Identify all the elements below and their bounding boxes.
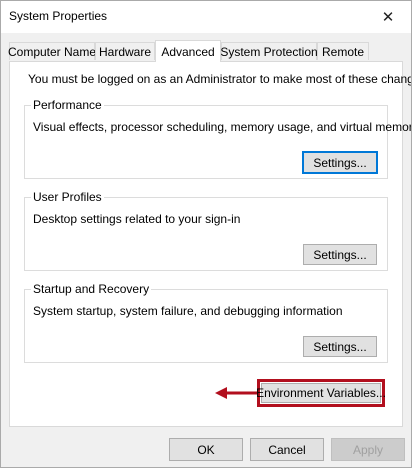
user-profiles-title: User Profiles [31,190,104,204]
admin-notice: You must be logged on as an Administrato… [28,72,412,86]
performance-description: Visual effects, processor scheduling, me… [33,120,412,134]
tab-hardware[interactable]: Hardware [95,42,155,60]
title-bar: System Properties ✕ [1,1,411,33]
startup-recovery-settings-button[interactable]: Settings... [303,336,377,357]
window-title: System Properties [9,9,108,23]
tab-advanced[interactable]: Advanced [155,40,221,62]
system-properties-dialog: System Properties ✕ Computer Name Hardwa… [0,0,412,468]
environment-variables-highlight: Environment Variables... [256,379,386,407]
advanced-tab-panel: You must be logged on as an Administrato… [9,61,411,427]
apply-button[interactable]: Apply [331,438,405,461]
tab-computer-name[interactable]: Computer Name [8,42,96,60]
close-button[interactable]: ✕ [365,1,411,33]
startup-recovery-title: Startup and Recovery [31,282,152,296]
user-profiles-description: Desktop settings related to your sign-in [33,212,241,226]
performance-settings-button[interactable]: Settings... [302,151,378,174]
tab-strip: Computer Name Hardware Advanced System P… [8,40,403,62]
close-icon: ✕ [381,9,395,26]
startup-recovery-description: System startup, system failure, and debu… [33,304,343,318]
performance-group: Performance Visual effects, processor sc… [24,98,411,179]
environment-variables-button[interactable]: Environment Variables... [256,383,386,403]
tab-system-protection[interactable]: System Protection [220,42,318,60]
performance-title: Performance [31,98,104,112]
user-profiles-group: User Profiles Desktop settings related t… [24,190,388,271]
cancel-button[interactable]: Cancel [250,438,324,461]
startup-recovery-group: Startup and Recovery System startup, sys… [24,282,388,363]
highlight-arrow-icon [215,387,257,399]
user-profiles-settings-button[interactable]: Settings... [303,244,377,265]
tab-remote[interactable]: Remote [317,42,369,60]
ok-button[interactable]: OK [169,438,243,461]
